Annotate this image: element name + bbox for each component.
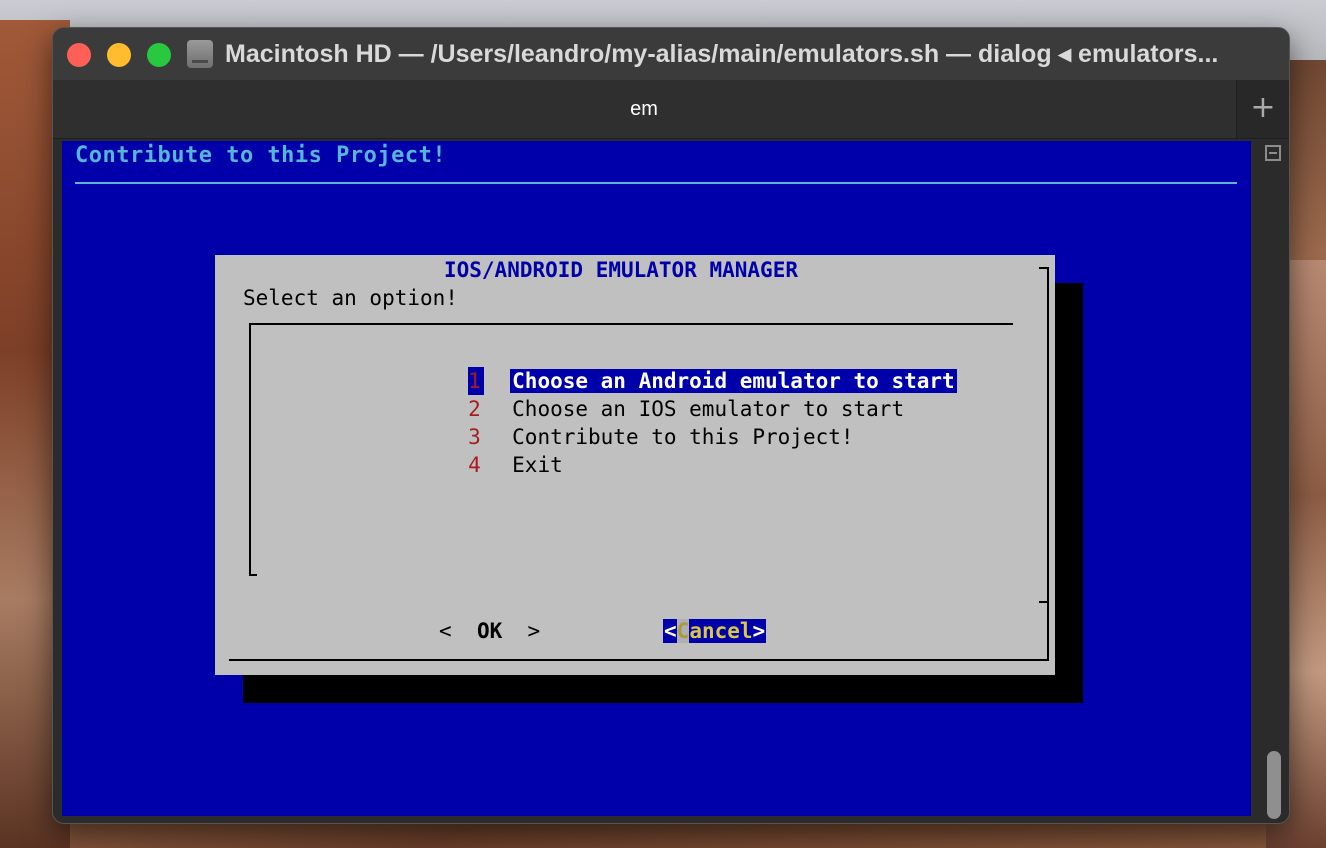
zoom-icon[interactable] — [147, 43, 171, 67]
close-icon[interactable] — [67, 43, 91, 67]
menu-box-border — [249, 323, 251, 576]
window-title: Macintosh HD — /Users/leandro/my-alias/m… — [225, 40, 1219, 68]
dialog-prompt: Select an option! — [243, 286, 458, 310]
cancel-hotkey: C — [676, 619, 690, 643]
cancel-bracket-left: < — [664, 619, 677, 643]
ok-button[interactable]: < OK > — [439, 619, 540, 643]
scrollbar[interactable] — [1259, 141, 1289, 823]
split-pane-icon[interactable] — [1265, 145, 1281, 161]
backtitle-divider — [75, 182, 1237, 184]
menu-item-contribute[interactable]: 3 Contribute to this Project! — [367, 395, 856, 449]
dialog-border-tick — [1039, 601, 1049, 603]
dialog-border-bottom — [229, 659, 1049, 661]
cancel-bracket-right: > — [752, 619, 766, 643]
dialog-title: IOS/ANDROID EMULATOR MANAGER — [443, 258, 798, 282]
menu-item-android[interactable]: 1 Choose an Android emulator to start — [367, 339, 957, 395]
tab-em[interactable]: em — [53, 80, 1235, 138]
ok-bracket-left: < — [439, 619, 452, 643]
menu-item-ios[interactable]: 2 Choose an IOS emulator to start — [367, 367, 906, 421]
ok-label: OK — [476, 619, 503, 643]
ok-bracket-right: > — [527, 619, 541, 643]
dialog-backtitle: Contribute to this Project! — [75, 143, 447, 168]
menu-box-border — [249, 323, 1013, 325]
cancel-label: ancel — [689, 619, 753, 643]
minimize-icon[interactable] — [107, 43, 131, 67]
menu-item-exit[interactable]: 4 Exit — [367, 423, 565, 477]
title-bar[interactable]: Macintosh HD — /Users/leandro/my-alias/m… — [53, 28, 1289, 80]
tab-bar: em + — [53, 80, 1289, 139]
menu-box-border — [249, 574, 257, 576]
terminal-content[interactable]: Contribute to this Project! IOS/ANDROID … — [62, 141, 1251, 816]
terminal-window: Macintosh HD — /Users/leandro/my-alias/m… — [52, 27, 1290, 824]
new-tab-button[interactable]: + — [1236, 80, 1289, 138]
scrollbar-thumb[interactable] — [1267, 751, 1281, 819]
cancel-button[interactable]: <Cancel> — [663, 619, 767, 643]
hard-disk-icon — [187, 40, 213, 68]
menu-dialog: IOS/ANDROID EMULATOR MANAGER Select an o… — [215, 255, 1055, 675]
menu-item-tag: 4 — [468, 453, 481, 477]
menu-item-label: Exit — [512, 453, 563, 477]
dialog-border-tick — [1039, 267, 1049, 269]
